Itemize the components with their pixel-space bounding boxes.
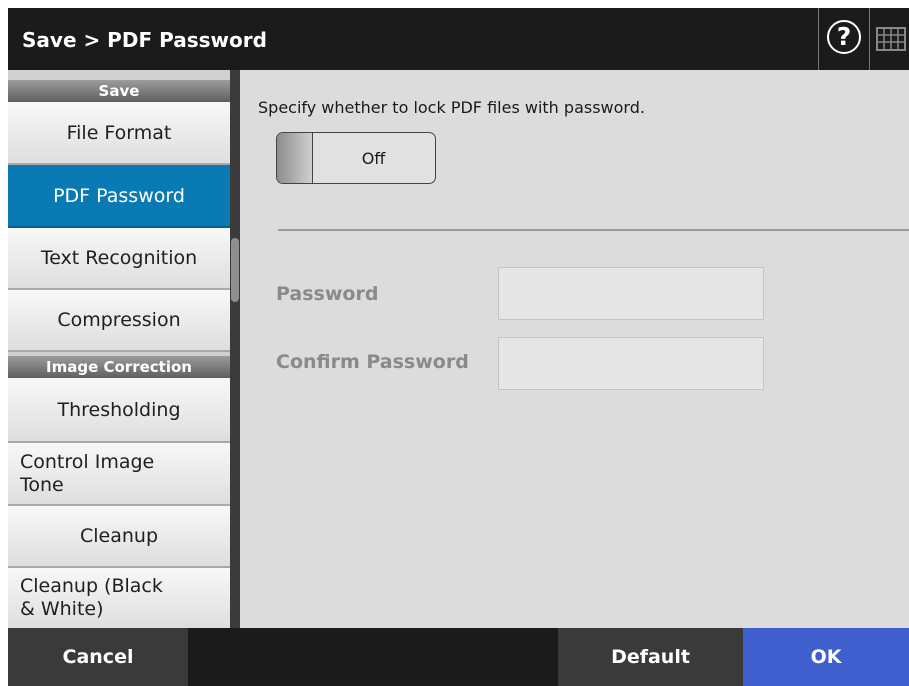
toggle-knob[interactable] — [277, 133, 313, 183]
sidebar-item-text-recognition[interactable]: Text Recognition — [8, 228, 230, 290]
cancel-button[interactable]: Cancel — [8, 628, 188, 686]
instruction-text: Specify whether to lock PDF files with p… — [258, 98, 645, 117]
password-label: Password — [276, 283, 379, 305]
scrollbar-thumb[interactable] — [231, 238, 239, 302]
section-header-image-correction: Image Correction — [8, 356, 230, 378]
sidebar-item-compression[interactable]: Compression — [8, 290, 230, 352]
confirm-password-label: Confirm Password — [276, 351, 469, 373]
title-bar: Save > PDF Password ? — [8, 8, 909, 70]
ok-button[interactable]: OK — [743, 628, 909, 686]
sidebar-scrollbar[interactable] — [230, 70, 240, 628]
content-panel: Specify whether to lock PDF files with p… — [240, 70, 909, 628]
confirm-password-field — [498, 337, 764, 390]
pdf-password-toggle[interactable]: Off — [276, 132, 436, 184]
page-title: Save > PDF Password — [22, 28, 267, 52]
sidebar-item-cleanup[interactable]: Cleanup — [8, 506, 230, 568]
settings-sidebar: Save File Format PDF Password Text Recog… — [8, 70, 230, 628]
toggle-label: Off — [361, 148, 386, 168]
keyboard-icon — [876, 27, 906, 51]
question-circle-icon: ? — [827, 20, 861, 54]
section-header-save: Save — [8, 80, 230, 102]
sidebar-item-cleanup-black-white[interactable]: Cleanup (Black & White) — [8, 568, 230, 628]
default-button[interactable]: Default — [558, 628, 743, 686]
sidebar-item-thresholding[interactable]: Thresholding — [8, 378, 230, 443]
sidebar-item-pdf-password[interactable]: PDF Password — [8, 165, 230, 228]
scanner-screen: Save > PDF Password ? Save File Format P… — [8, 8, 909, 686]
password-field — [498, 267, 764, 320]
help-button[interactable]: ? — [818, 8, 870, 70]
footer-bar: Cancel Default OK — [8, 628, 909, 686]
sidebar-item-file-format[interactable]: File Format — [8, 102, 230, 165]
sidebar-item-control-image-tone[interactable]: Control Image Tone — [8, 443, 230, 506]
keyboard-button[interactable] — [870, 8, 909, 70]
section-divider — [278, 229, 909, 231]
